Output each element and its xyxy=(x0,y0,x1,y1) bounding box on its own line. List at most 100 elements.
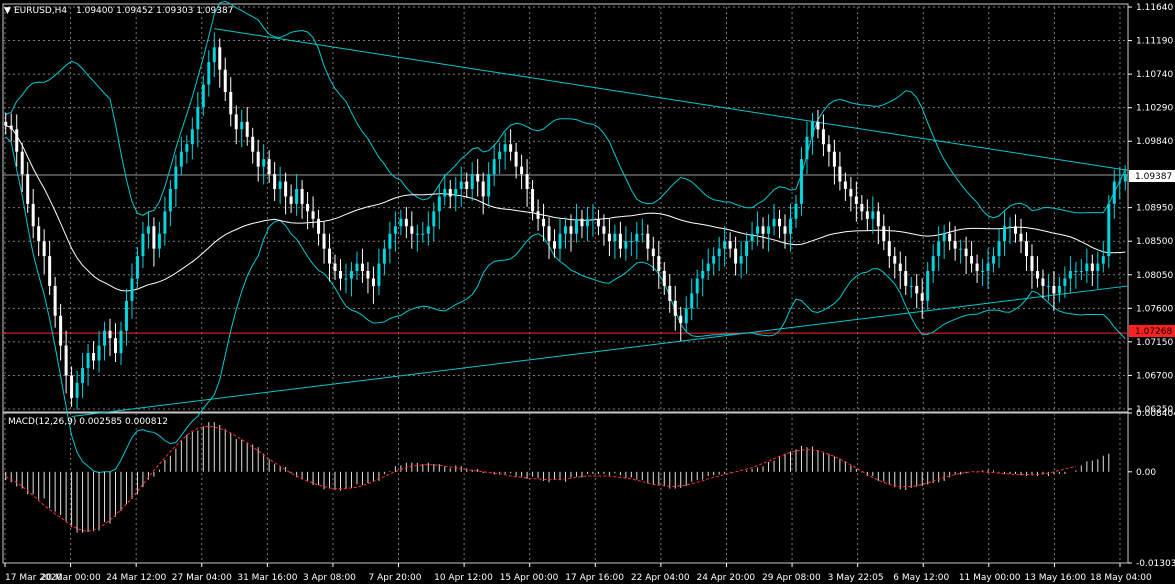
candle-body xyxy=(152,226,156,249)
candle-body xyxy=(355,263,359,272)
candle-body xyxy=(997,241,1001,257)
candle-body xyxy=(130,278,134,301)
candle-body xyxy=(81,367,85,383)
candle-body xyxy=(1096,263,1100,272)
candle-body xyxy=(234,114,238,130)
time-label: 17 Apr 16:00 xyxy=(565,573,624,583)
price-tick-label: 1.07600 xyxy=(1136,304,1173,314)
candle-body xyxy=(240,121,244,130)
candle-body xyxy=(141,233,145,257)
candle-body xyxy=(981,271,985,273)
candle-body xyxy=(799,159,803,204)
candle-body xyxy=(31,203,35,227)
candle-body xyxy=(443,188,447,197)
mt4-chart[interactable]: 1.11640 1.11190 1.10740 1.10290 1.09840 1.089… xyxy=(0,0,1175,584)
candle-body xyxy=(668,285,672,301)
candle-body xyxy=(580,218,584,227)
candle-body xyxy=(174,166,178,189)
candle-body xyxy=(470,174,474,189)
candle-body xyxy=(882,226,886,242)
candle-body xyxy=(382,248,386,264)
candle-body xyxy=(509,144,513,152)
price-tick-label: 1.10740 xyxy=(1136,70,1173,80)
time-label: 15 Apr 00:00 xyxy=(500,573,559,583)
symbol-dropdown-icon[interactable]: ▼ xyxy=(4,6,11,16)
candle-body xyxy=(679,315,683,324)
time-label: 20 Mar 00:00 xyxy=(41,573,101,583)
time-label: 3 May 22:05 xyxy=(828,573,884,583)
candle-body xyxy=(1019,233,1023,242)
candle-body xyxy=(328,248,332,264)
candle-body xyxy=(843,181,847,189)
candle-body xyxy=(371,278,375,286)
candle-body xyxy=(388,233,392,249)
candle-body xyxy=(821,129,825,145)
candle-body xyxy=(92,353,96,361)
candle-body xyxy=(706,263,710,272)
candle-body xyxy=(871,211,875,219)
time-label: 24 Apr 20:00 xyxy=(696,573,755,583)
candle-body xyxy=(256,151,260,167)
price-tick-label: 1.10290 xyxy=(1136,104,1173,114)
candle-body xyxy=(426,226,430,234)
candle-body xyxy=(289,196,293,204)
candle-body xyxy=(1063,278,1067,286)
candle-body xyxy=(498,151,502,160)
price-tick-label: 1.08500 xyxy=(1136,237,1173,247)
candle-body xyxy=(1030,256,1034,272)
candle-body xyxy=(756,226,760,234)
candle-body xyxy=(410,226,414,234)
time-label: 3 Apr 08:00 xyxy=(303,573,356,583)
candle-body xyxy=(783,226,787,234)
candle-body xyxy=(404,218,408,227)
price-tick-label: 1.09840 xyxy=(1136,137,1173,147)
time-label: 31 Mar 16:00 xyxy=(237,573,297,583)
candle-body xyxy=(564,226,567,234)
candle-body xyxy=(695,278,699,294)
candle-body xyxy=(59,315,63,346)
candle-body xyxy=(761,226,765,234)
candle-body xyxy=(734,248,738,264)
candle-body xyxy=(618,233,622,249)
candle-body xyxy=(596,218,600,227)
candle-body xyxy=(728,241,732,249)
candle-body xyxy=(959,248,963,250)
candle-body xyxy=(646,233,650,249)
candle-body xyxy=(640,233,644,235)
time-label: 29 Apr 08:00 xyxy=(762,573,821,583)
candle-body xyxy=(635,233,639,242)
candle-body xyxy=(827,144,831,152)
time-label: 27 Mar 04:00 xyxy=(172,573,232,583)
candle-body xyxy=(629,241,633,243)
candle-body xyxy=(487,174,491,197)
candle-body xyxy=(591,218,595,220)
candle-body xyxy=(267,159,271,175)
candle-body xyxy=(1101,256,1105,264)
candle-body xyxy=(349,271,353,279)
candle-body xyxy=(306,203,310,212)
candle-body xyxy=(887,241,891,257)
candle-body xyxy=(503,144,507,152)
candle-body xyxy=(1008,226,1012,228)
candle-body xyxy=(525,174,529,189)
candle-body xyxy=(333,263,337,272)
candle-body xyxy=(684,308,688,324)
candle-body xyxy=(854,196,858,204)
candle-body xyxy=(86,353,90,368)
candle-body xyxy=(750,233,754,242)
candle-body xyxy=(15,129,19,152)
candle-body xyxy=(201,84,205,107)
macd-tick-label: -0.013033 xyxy=(1136,559,1175,569)
candle-body xyxy=(322,233,326,249)
candle-body xyxy=(975,263,979,272)
candle-body xyxy=(970,256,974,264)
candle-body xyxy=(185,144,189,152)
macd-tick-label: 0.008404 xyxy=(1136,409,1175,419)
candle-body xyxy=(278,181,282,189)
candle-body xyxy=(465,181,469,189)
candle-body xyxy=(190,129,194,145)
candle-body xyxy=(26,174,30,204)
candle-body xyxy=(124,300,128,331)
candle-body xyxy=(624,241,628,249)
candle-body xyxy=(114,338,117,354)
